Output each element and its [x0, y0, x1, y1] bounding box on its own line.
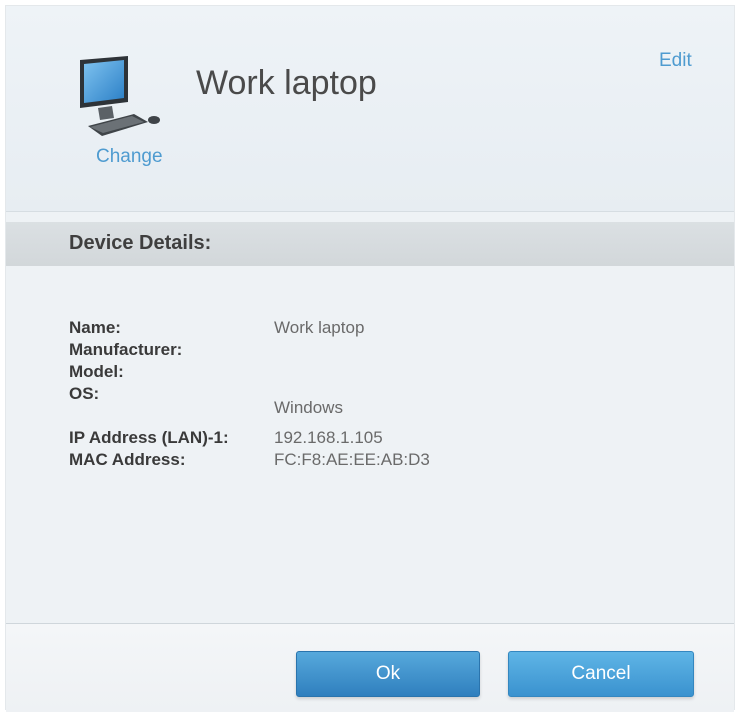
desktop-computer-icon — [80, 56, 160, 136]
cancel-button[interactable]: Cancel — [508, 651, 694, 697]
detail-label: OS: — [69, 384, 100, 403]
change-icon-link[interactable]: Change — [96, 146, 163, 168]
detail-row-name: Name: Work laptop — [6, 318, 734, 340]
detail-row-ip-address: IP Address (LAN)-1: 192.168.1.105 — [6, 428, 734, 450]
detail-label: Name: — [69, 318, 121, 337]
detail-row-os: OS: Windows — [6, 384, 734, 417]
section-title: Device Details: — [69, 232, 212, 254]
detail-value: FC:F8:AE:EE:AB:D3 — [274, 450, 430, 469]
device-name-title: Work laptop — [196, 64, 377, 102]
edit-link[interactable]: Edit — [659, 50, 692, 72]
detail-value: 192.168.1.105 — [274, 428, 383, 447]
dialog-header: Change Work laptop Edit — [6, 6, 734, 212]
dialog-footer: Ok Cancel — [6, 623, 734, 712]
detail-value: Windows — [274, 398, 343, 417]
detail-row-mac-address: MAC Address: FC:F8:AE:EE:AB:D3 — [6, 450, 734, 472]
detail-row-model: Model: — [6, 362, 734, 384]
detail-label: MAC Address: — [69, 450, 186, 469]
detail-row-manufacturer: Manufacturer: — [6, 340, 734, 362]
detail-label: IP Address (LAN)-1: — [69, 428, 229, 447]
detail-label: Manufacturer: — [69, 340, 183, 359]
ok-button[interactable]: Ok — [296, 651, 480, 697]
detail-value: Work laptop — [274, 318, 365, 337]
device-details-dialog: Change Work laptop Edit Device Details: … — [5, 5, 735, 712]
detail-label: Model: — [69, 362, 124, 381]
section-header: Device Details: — [6, 222, 734, 266]
